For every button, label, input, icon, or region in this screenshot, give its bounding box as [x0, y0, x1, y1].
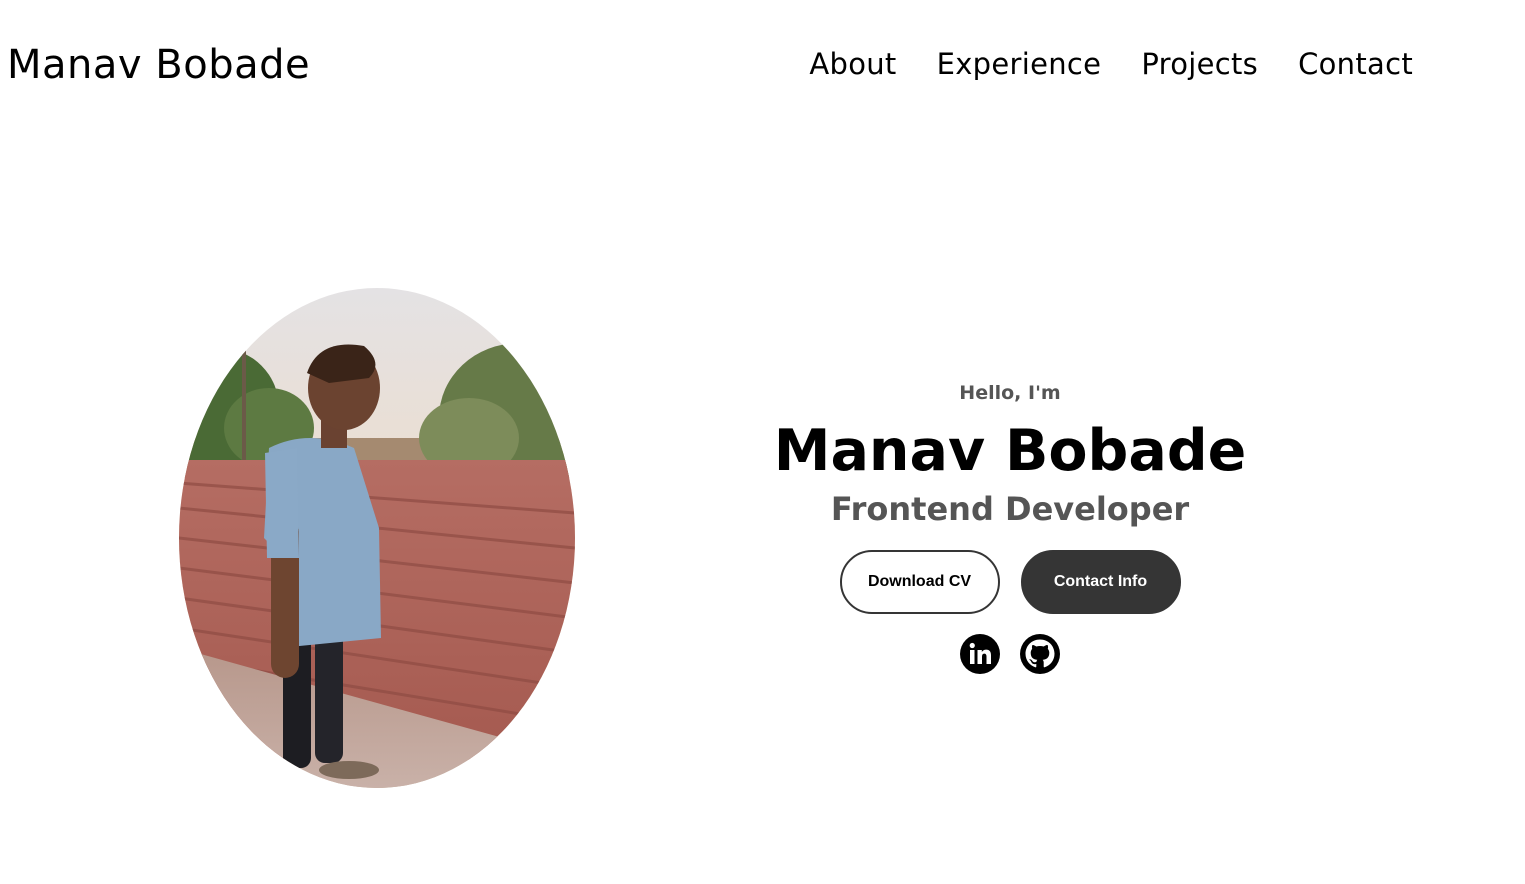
download-cv-button[interactable]: Download CV	[839, 550, 1000, 614]
linkedin-icon[interactable]	[960, 634, 1000, 674]
navbar: Manav Bobade About Experience Projects C…	[0, 0, 1525, 130]
nav-link-projects[interactable]: Projects	[1141, 44, 1258, 84]
nav-link-contact[interactable]: Contact	[1298, 44, 1413, 84]
hero-title: Frontend Developer	[830, 490, 1190, 528]
contact-info-button[interactable]: Contact Info	[1020, 550, 1181, 614]
hero-name: Manav Bobade	[773, 418, 1247, 484]
hero-buttons: Download CV Contact Info	[760, 550, 1260, 614]
social-links	[760, 634, 1260, 674]
profile-photo-illustration	[179, 288, 575, 788]
profile-photo	[179, 288, 575, 788]
hero-greeting: Hello, I'm	[959, 382, 1061, 404]
github-icon[interactable]	[1020, 634, 1060, 674]
logo[interactable]: Manav Bobade	[7, 40, 310, 90]
nav-links: About Experience Projects Contact	[809, 44, 1413, 84]
hero-section: Hello, I'm Manav Bobade Frontend Develop…	[760, 370, 1260, 674]
nav-link-experience[interactable]: Experience	[937, 44, 1102, 84]
nav-link-about[interactable]: About	[809, 44, 896, 84]
